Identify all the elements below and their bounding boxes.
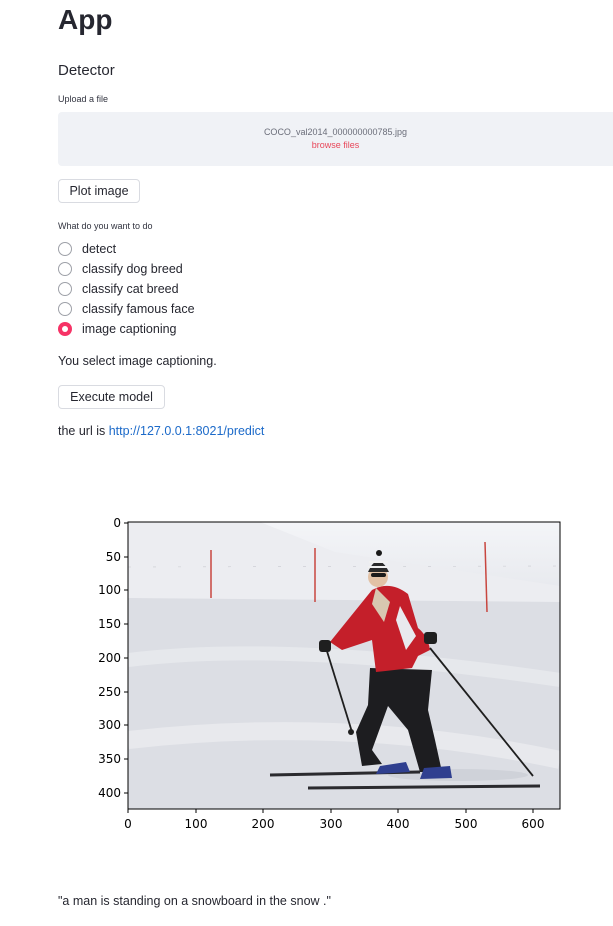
radio-label: classify famous face — [82, 302, 195, 316]
endpoint-line: the url is http://127.0.0.1:8021/predict — [58, 424, 264, 438]
radio-option-famous-face[interactable]: classify famous face — [58, 299, 195, 319]
radio-option-cat-breed[interactable]: classify cat breed — [58, 279, 179, 299]
uploaded-file-name: COCO_val2014_000000000785.jpg — [263, 127, 408, 137]
plot-image-button[interactable]: Plot image — [58, 179, 140, 203]
file-dropzone[interactable]: COCO_val2014_000000000785.jpg browse fil… — [58, 112, 613, 166]
endpoint-url-link[interactable]: http://127.0.0.1:8021/predict — [109, 424, 265, 438]
x-tick-label: 300 — [320, 817, 343, 831]
x-tick-label: 100 — [185, 817, 208, 831]
radio-option-detect[interactable]: detect — [58, 239, 116, 259]
radio-icon[interactable] — [58, 302, 72, 316]
y-axis: 0 50 100 150 200 250 300 350 400 — [98, 516, 128, 800]
browse-files-link[interactable]: browse files — [58, 140, 613, 150]
radio-option-image-captioning[interactable]: image captioning — [58, 319, 177, 339]
radio-selected-icon[interactable] — [58, 322, 72, 336]
selection-message: You select image captioning. — [58, 354, 217, 368]
y-tick-label: 50 — [106, 550, 121, 564]
ski-photo — [128, 522, 560, 809]
y-tick-label: 300 — [98, 718, 121, 732]
x-tick-label: 200 — [252, 817, 275, 831]
endpoint-prefix: the url is — [58, 424, 109, 438]
y-tick-label: 100 — [98, 583, 121, 597]
x-tick-label: 600 — [522, 817, 545, 831]
radio-label: classify dog breed — [82, 262, 183, 276]
page-title: App — [58, 4, 113, 35]
task-question-label: What do you want to do — [58, 221, 153, 231]
x-tick-label: 0 — [124, 817, 132, 831]
caption-text: "a man is standing on a snowboard in the… — [58, 894, 331, 908]
radio-label: classify cat breed — [82, 282, 179, 296]
radio-icon[interactable] — [58, 262, 72, 276]
radio-label: detect — [82, 242, 117, 256]
y-tick-label: 200 — [98, 651, 121, 665]
x-tick-label: 400 — [387, 817, 410, 831]
y-tick-label: 0 — [113, 516, 121, 530]
radio-label: image captioning — [82, 322, 177, 336]
radio-icon[interactable] — [58, 282, 72, 296]
section-subtitle: Detector — [58, 62, 115, 79]
radio-option-dog-breed[interactable]: classify dog breed — [58, 259, 183, 279]
image-plot: 0 50 100 150 200 250 300 350 400 0 100 2… — [98, 516, 561, 831]
y-tick-label: 400 — [98, 786, 121, 800]
upload-label: Upload a file — [58, 94, 109, 104]
execute-model-button[interactable]: Execute model — [58, 385, 165, 409]
y-tick-label: 250 — [98, 685, 121, 699]
radio-icon[interactable] — [58, 242, 72, 256]
x-tick-label: 500 — [455, 817, 478, 831]
y-tick-label: 350 — [98, 752, 121, 766]
x-axis: 0 100 200 300 400 500 600 — [124, 809, 544, 831]
y-tick-label: 150 — [98, 617, 121, 631]
